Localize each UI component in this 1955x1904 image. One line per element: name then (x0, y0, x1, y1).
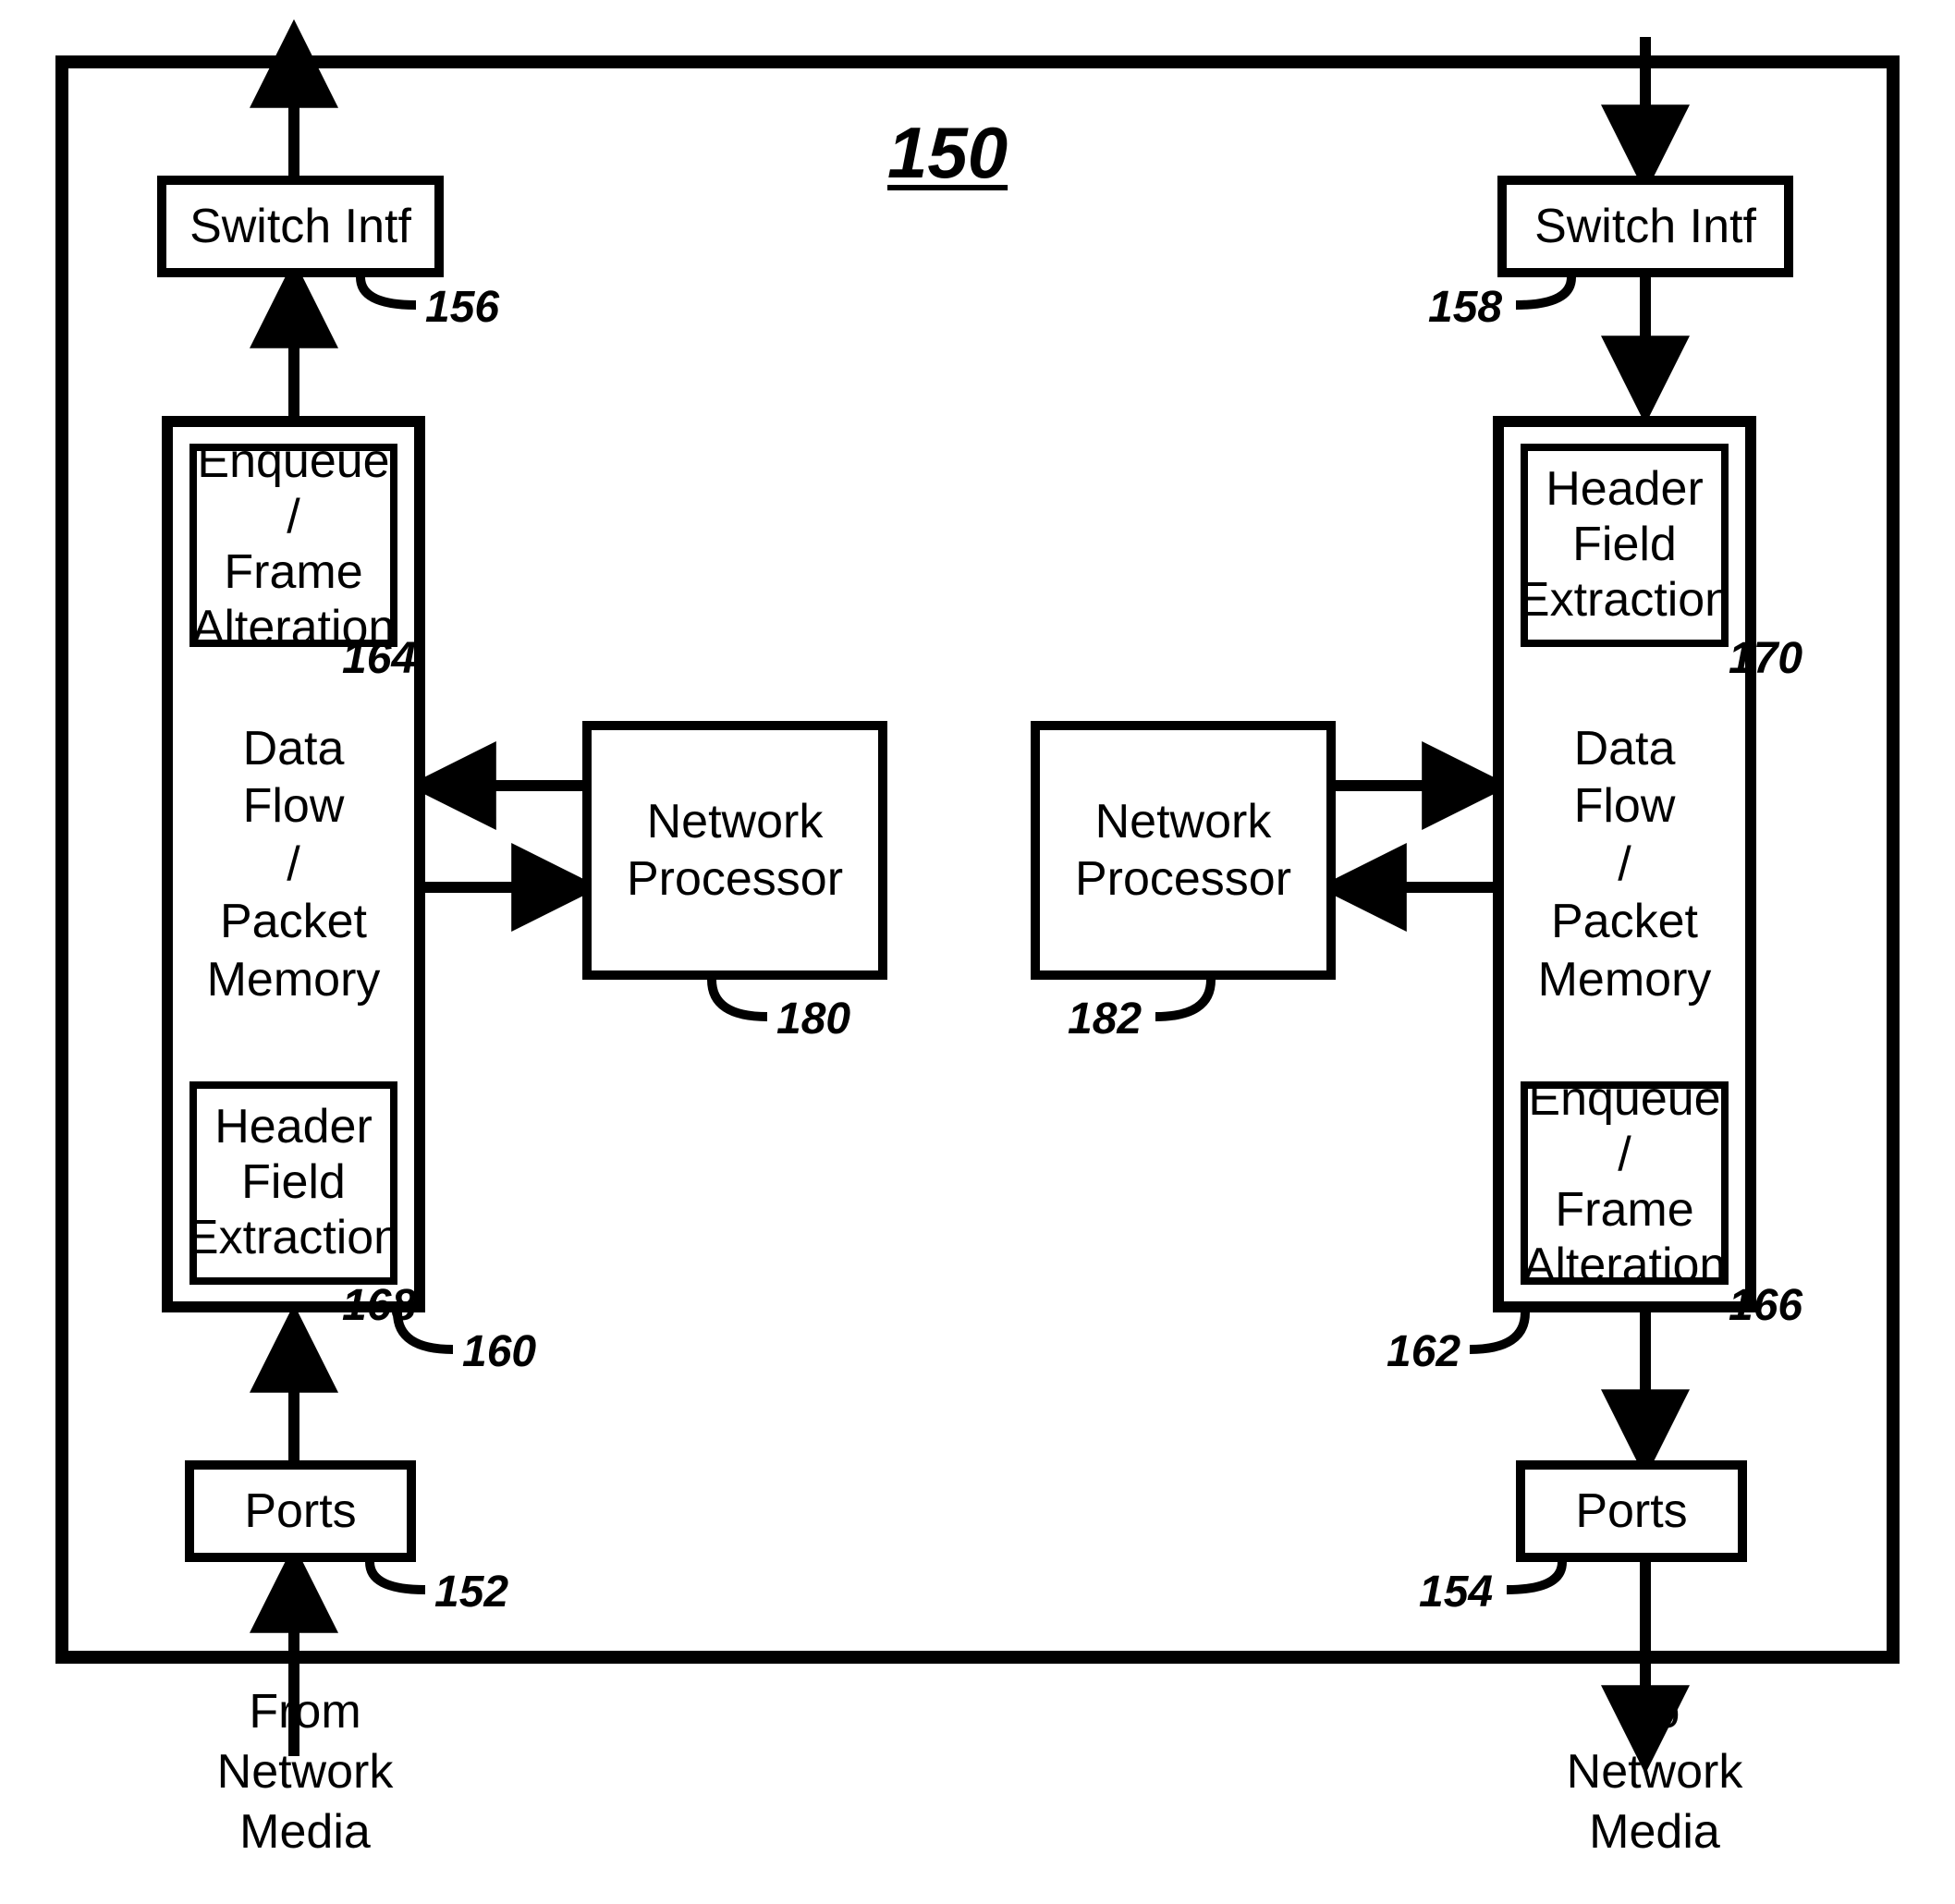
enqueue-frame-alteration-left-label: Enqueue /FrameAlteration (192, 434, 396, 655)
ref-168: 168 (342, 1280, 416, 1331)
ref-158: 158 (1428, 282, 1502, 333)
network-processor-left: NetworkProcessor (582, 721, 887, 980)
ref-164: 164 (342, 633, 416, 684)
header-field-extraction-left: HeaderFieldExtraction (189, 1081, 397, 1285)
ref-156: 156 (425, 282, 499, 333)
ports-right-label: Ports (1575, 1483, 1687, 1540)
from-network-media-label: FromNetworkMedia (213, 1682, 397, 1862)
diagram-canvas: 150 Switch Intf 156 Enqueue /FrameAltera… (0, 0, 1955, 1904)
dataflow-packetmemory-left-label: DataFlow/PacketMemory (189, 647, 397, 1081)
ref-166: 166 (1729, 1280, 1802, 1331)
enqueue-frame-alteration-left: Enqueue /FrameAlteration (189, 444, 397, 647)
header-field-extraction-right: HeaderFieldExtraction (1521, 444, 1729, 647)
switch-intf-right: Switch Intf (1497, 176, 1793, 277)
switch-intf-left-label: Switch Intf (189, 198, 411, 255)
network-processor-right-label: NetworkProcessor (1075, 793, 1291, 909)
switch-intf-left: Switch Intf (157, 176, 444, 277)
ref-162: 162 (1387, 1326, 1460, 1377)
dataflow-packetmemory-left: Enqueue /FrameAlteration DataFlow/Packet… (162, 416, 425, 1312)
header-field-extraction-right-label: HeaderFieldExtraction (1518, 462, 1731, 628)
ref-154: 154 (1419, 1567, 1493, 1617)
enqueue-frame-alteration-right-label: Enqueue /FrameAlteration (1523, 1072, 1727, 1293)
ref-182: 182 (1068, 994, 1142, 1044)
ref-170: 170 (1729, 633, 1802, 684)
ref-180: 180 (776, 994, 850, 1044)
ports-left: Ports (185, 1460, 416, 1562)
ref-152: 152 (434, 1567, 508, 1617)
enqueue-frame-alteration-right: Enqueue /FrameAlteration (1521, 1081, 1729, 1285)
ports-right: Ports (1516, 1460, 1747, 1562)
dataflow-packetmemory-right-label: DataFlow/PacketMemory (1521, 647, 1729, 1081)
network-processor-right: NetworkProcessor (1031, 721, 1336, 980)
header-field-extraction-left-label: HeaderFieldExtraction (187, 1100, 400, 1265)
dataflow-packetmemory-right: HeaderFieldExtraction DataFlow/PacketMem… (1493, 416, 1756, 1312)
ref-160: 160 (462, 1326, 536, 1377)
to-network-media-label: ToNetworkMedia (1562, 1682, 1747, 1862)
switch-intf-right-label: Switch Intf (1534, 198, 1756, 255)
ports-left-label: Ports (244, 1483, 356, 1540)
network-processor-left-label: NetworkProcessor (627, 793, 843, 909)
system-title-150: 150 (887, 111, 1008, 195)
